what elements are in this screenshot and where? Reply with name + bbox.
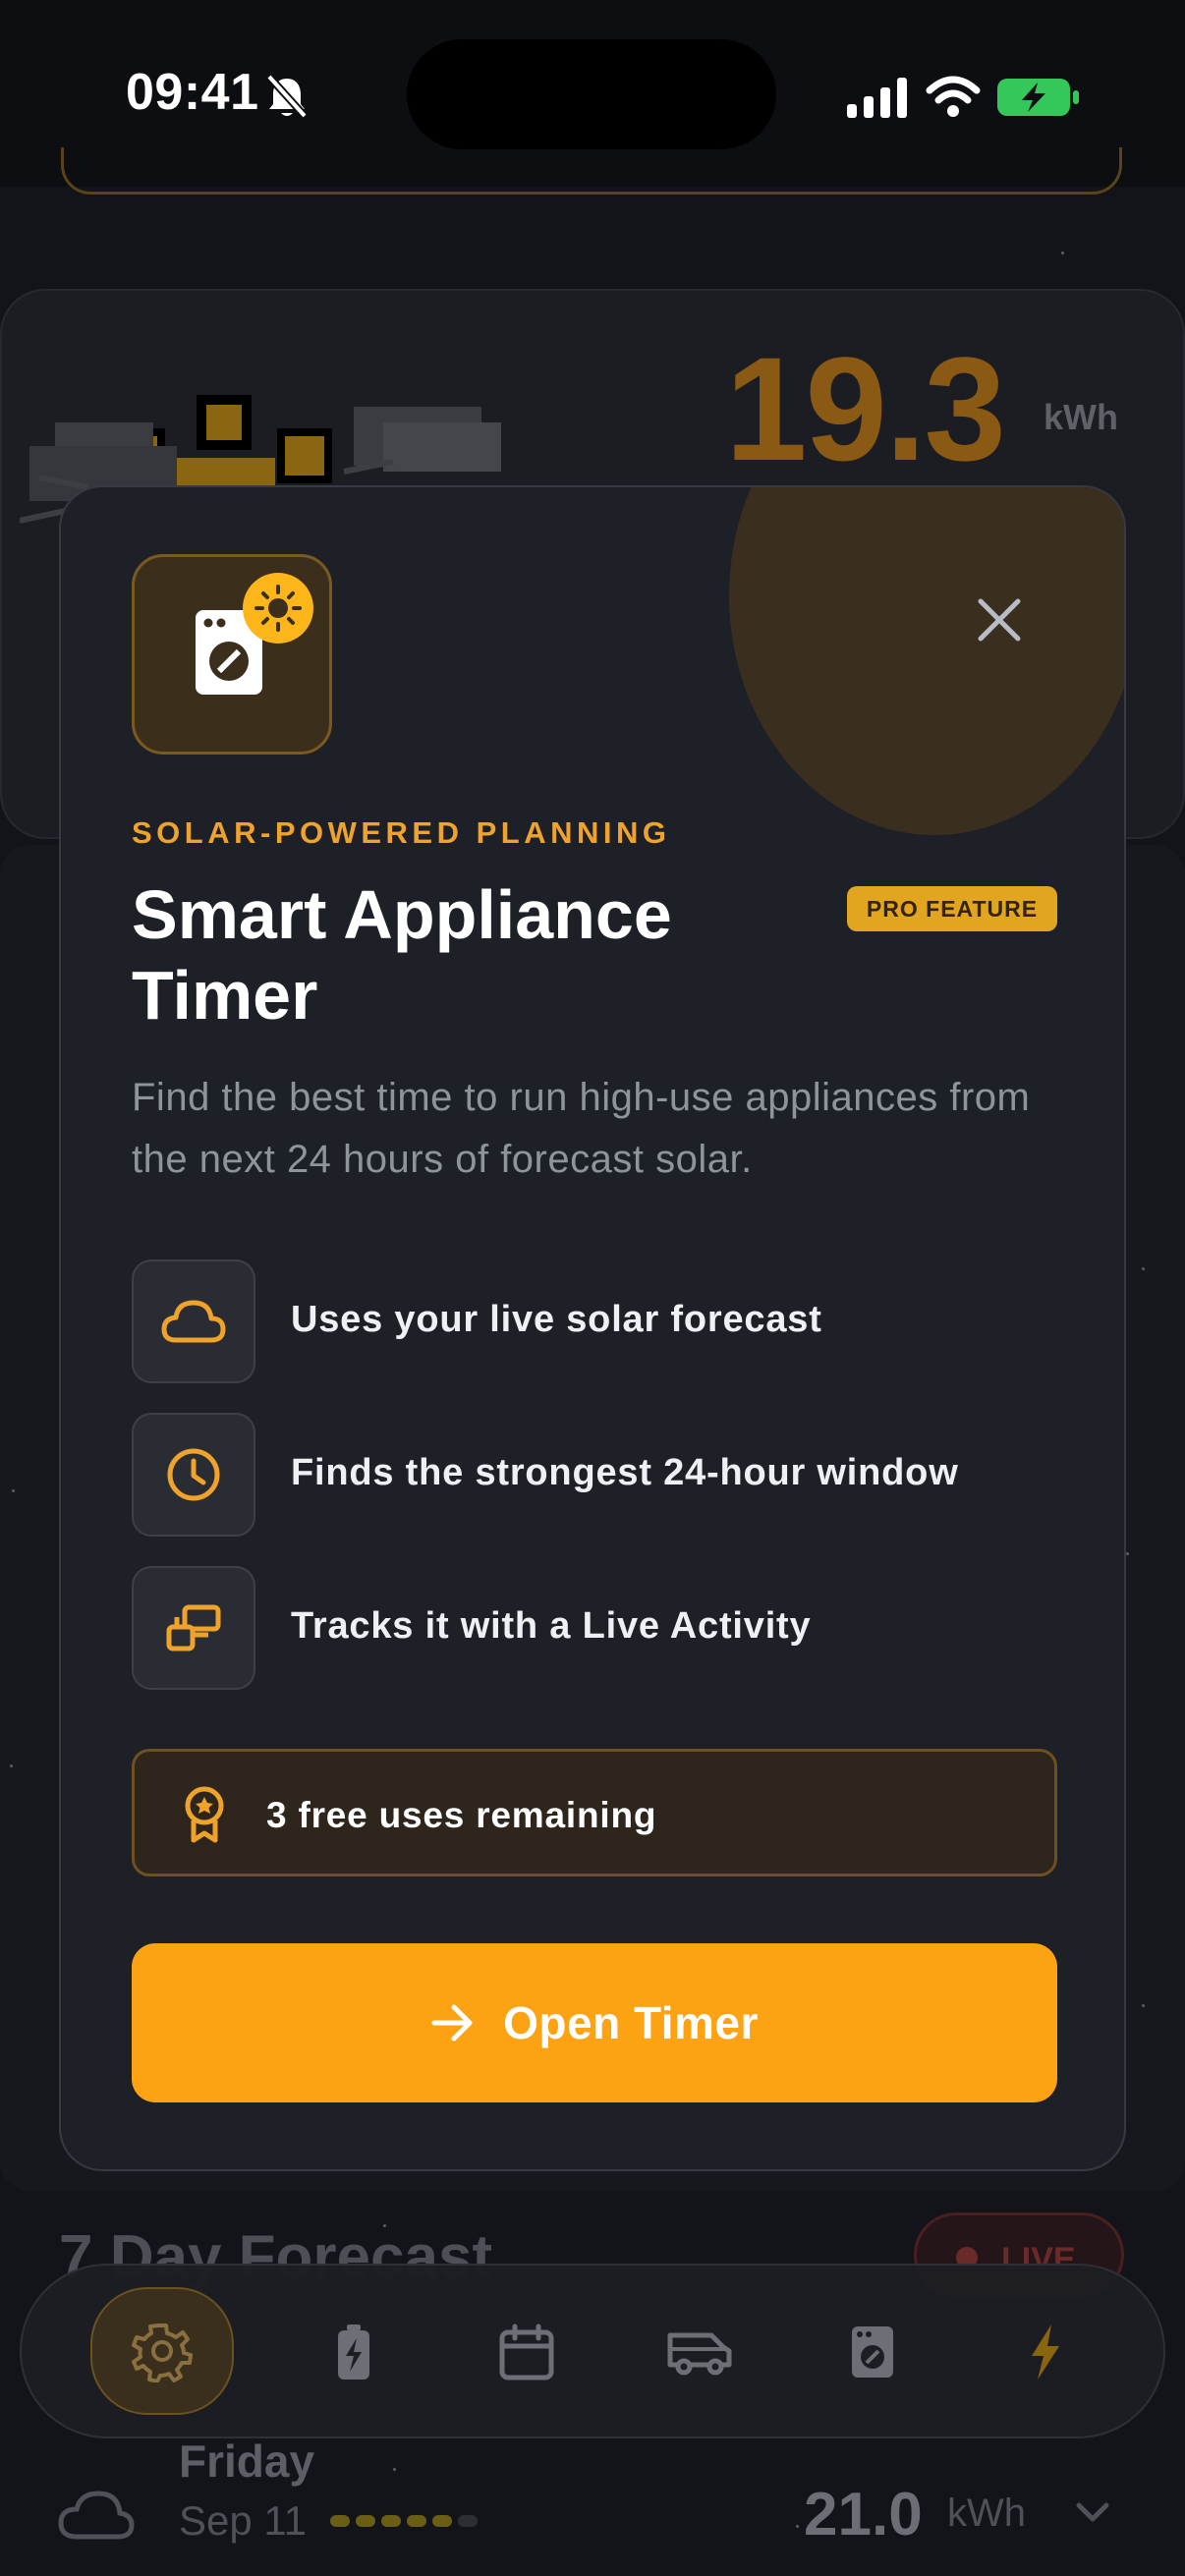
wifi-icon bbox=[926, 76, 981, 117]
forecast-day-value: 21.0 bbox=[804, 2481, 923, 2548]
pro-feature-modal: SOLAR-POWERED PLANNING Smart Appliance T… bbox=[59, 485, 1126, 2171]
rating-dot bbox=[407, 2515, 426, 2527]
energy-unit: kWh bbox=[1044, 397, 1118, 437]
silent-bell-icon bbox=[266, 74, 308, 119]
rating-dot bbox=[330, 2515, 350, 2527]
chevron-down-icon[interactable] bbox=[1075, 2501, 1110, 2525]
tab-appliance[interactable] bbox=[816, 2295, 930, 2409]
energy-value: 19.3 bbox=[725, 326, 1006, 491]
arrow-right-icon bbox=[431, 2004, 473, 2042]
modal-glow bbox=[729, 487, 1124, 835]
feature-icon-box bbox=[132, 1566, 255, 1690]
tab-battery[interactable] bbox=[297, 2295, 411, 2409]
rating-dot bbox=[381, 2515, 401, 2527]
forecast-day-name: Friday bbox=[179, 2436, 315, 2487]
rating-dot bbox=[458, 2515, 478, 2527]
rating-dot bbox=[356, 2515, 375, 2527]
bolt-icon bbox=[1032, 2324, 1059, 2380]
live-activity-icon bbox=[166, 1604, 221, 1652]
tab-calendar[interactable] bbox=[470, 2295, 584, 2409]
rating-dot bbox=[432, 2515, 452, 2527]
dynamic-island bbox=[407, 39, 776, 149]
forecast-rating bbox=[330, 2515, 478, 2527]
free-uses-text: 3 free uses remaining bbox=[266, 1795, 657, 1835]
forecast-day-date: Sep 11 bbox=[179, 2497, 307, 2544]
calendar-icon bbox=[499, 2324, 554, 2380]
signal-icon bbox=[847, 78, 907, 118]
tab-bar bbox=[20, 2264, 1165, 2438]
tab-settings[interactable] bbox=[90, 2287, 234, 2415]
feature-item: Tracks it with a Live Activity bbox=[132, 1566, 1045, 1690]
open-timer-button[interactable]: Open Timer bbox=[132, 1943, 1057, 2102]
cloud-icon bbox=[161, 1300, 226, 1343]
sun-badge-icon bbox=[243, 573, 313, 644]
feature-item: Finds the strongest 24-hour window bbox=[132, 1413, 1045, 1537]
tab-power[interactable] bbox=[988, 2295, 1102, 2409]
close-icon bbox=[978, 598, 1021, 642]
pro-feature-badge: PRO FEATURE bbox=[847, 886, 1057, 931]
van-icon bbox=[667, 2332, 732, 2376]
battery-status-icon bbox=[997, 79, 1079, 116]
modal-description: Find the best time to run high-use appli… bbox=[132, 1076, 1031, 1181]
feature-icon-box bbox=[132, 1413, 255, 1537]
award-icon bbox=[185, 1786, 224, 1843]
tab-van[interactable] bbox=[643, 2295, 757, 2409]
forecast-cloud-icon bbox=[58, 2491, 135, 2540]
appliance-timer-app-icon bbox=[132, 554, 332, 755]
close-button[interactable] bbox=[955, 576, 1044, 664]
status-time: 09:41 bbox=[126, 64, 259, 121]
washer-icon bbox=[852, 2326, 893, 2378]
modal-eyebrow: SOLAR-POWERED PLANNING bbox=[132, 815, 671, 850]
forecast-day-unit: kWh bbox=[947, 2492, 1026, 2535]
status-bar: 09:41 bbox=[0, 0, 1185, 195]
open-timer-label: Open Timer bbox=[503, 1997, 759, 2048]
feature-text: Tracks it with a Live Activity bbox=[291, 1605, 812, 1647]
card-edge bbox=[61, 147, 1122, 195]
feature-item: Uses your live solar forecast bbox=[132, 1260, 1045, 1383]
feature-text: Uses your live solar forecast bbox=[291, 1299, 822, 1340]
clock-icon bbox=[167, 1448, 220, 1501]
gear-icon bbox=[132, 2324, 193, 2382]
free-uses-banner: 3 free uses remaining bbox=[132, 1749, 1057, 1876]
modal-title: Smart Appliance Timer bbox=[132, 876, 672, 1034]
battery-icon bbox=[338, 2324, 369, 2380]
feature-icon-box bbox=[132, 1260, 255, 1383]
feature-text: Finds the strongest 24-hour window bbox=[291, 1452, 959, 1493]
